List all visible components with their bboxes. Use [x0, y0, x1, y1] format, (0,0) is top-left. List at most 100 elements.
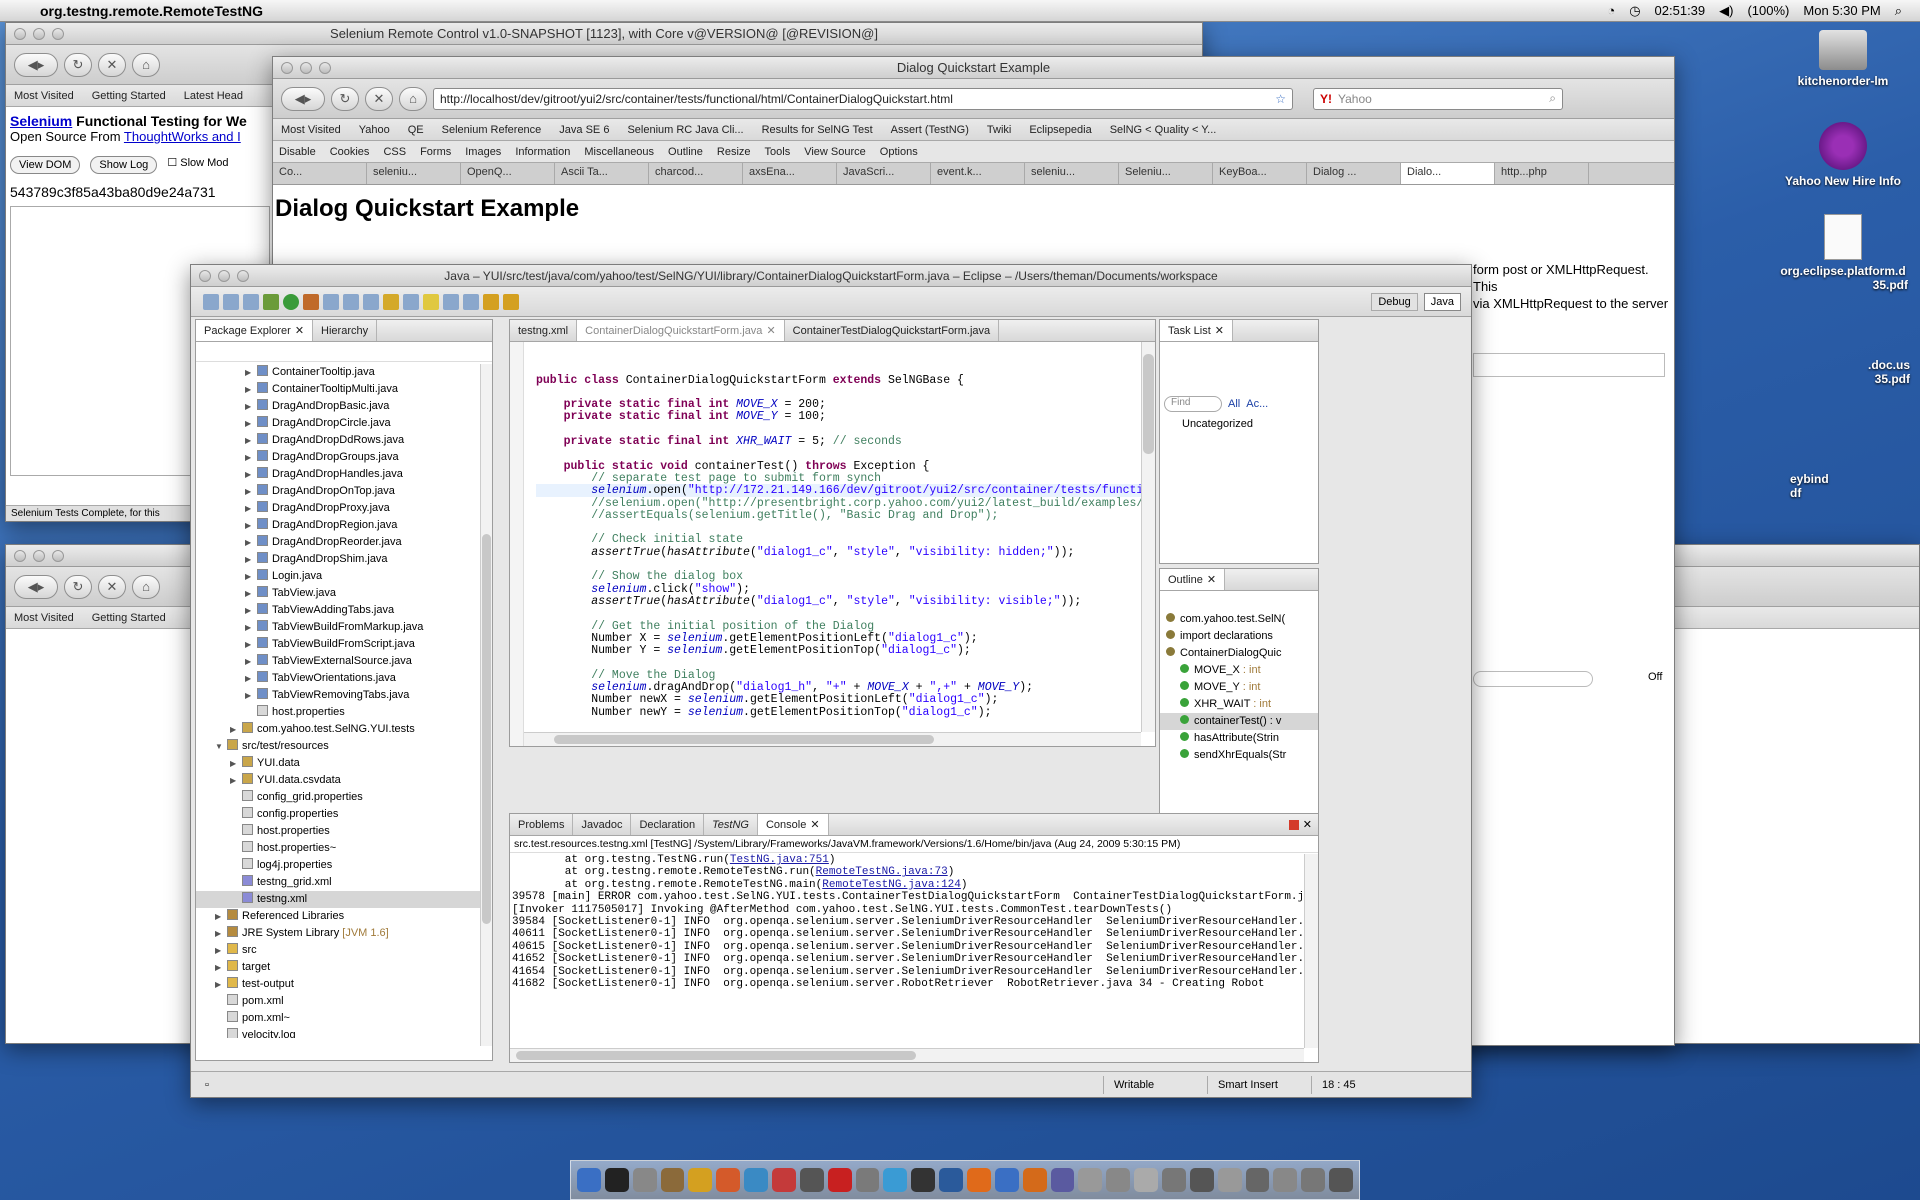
zoom-button[interactable] — [52, 28, 64, 40]
collapsed-arrow-icon[interactable]: ▶ — [215, 959, 227, 976]
dock-app-icon[interactable] — [883, 1168, 908, 1192]
show-log-button[interactable]: Show Log — [90, 156, 158, 174]
tree-item[interactable]: ▶ DragAndDropBasic.java — [196, 398, 492, 415]
dock-app-icon[interactable] — [1050, 1168, 1075, 1192]
close-button[interactable] — [281, 62, 293, 74]
minimize-button[interactable] — [218, 270, 230, 282]
dock-app-icon[interactable] — [1078, 1168, 1103, 1192]
vertical-scrollbar[interactable] — [480, 364, 492, 1046]
tree-item[interactable]: ▶ DragAndDropShim.java — [196, 551, 492, 568]
tree-item[interactable]: ▶ src — [196, 942, 492, 959]
tree-item[interactable]: velocity.log — [196, 1027, 492, 1038]
collapsed-arrow-icon[interactable]: ▶ — [245, 449, 257, 466]
dock-app-icon[interactable] — [855, 1168, 880, 1192]
wd-css[interactable]: CSS — [383, 146, 406, 158]
tree-item[interactable]: ▶ TabViewExternalSource.java — [196, 653, 492, 670]
tab-hierarchy[interactable]: Hierarchy — [313, 320, 378, 341]
bookmark-item[interactable]: Selenium Reference — [442, 124, 542, 136]
toggle-mark-icon[interactable] — [423, 293, 439, 310]
dock-app-icon[interactable] — [939, 1168, 964, 1192]
outline-item[interactable]: hasAttribute(Strin — [1160, 730, 1318, 747]
tree-item[interactable]: ▼ src/test/resources — [196, 738, 492, 755]
tab-containertestdialogquickstartform[interactable]: ContainerTestDialogQuickstartForm.java — [785, 320, 1000, 341]
browser-tab[interactable]: http...php — [1495, 163, 1589, 184]
minimize-button[interactable] — [33, 28, 45, 40]
close-button[interactable] — [14, 28, 26, 40]
code-text[interactable]: public class ContainerDialogQuickstartFo… — [524, 350, 1141, 732]
browser-tab[interactable]: Co... — [273, 163, 367, 184]
wd-information[interactable]: Information — [515, 146, 570, 158]
wd-misc[interactable]: Miscellaneous — [584, 146, 654, 158]
tree-item[interactable]: ▶ TabViewAddingTabs.java — [196, 602, 492, 619]
scroll-thumb[interactable] — [482, 534, 491, 924]
outline-item[interactable]: com.yahoo.test.SelN( — [1160, 611, 1318, 628]
close-icon[interactable]: ✕ — [810, 818, 819, 831]
collapsed-arrow-icon[interactable]: ▶ — [245, 415, 257, 432]
collapsed-arrow-icon[interactable]: ▶ — [245, 364, 257, 381]
collapsed-arrow-icon[interactable]: ▶ — [245, 432, 257, 449]
close-button[interactable] — [14, 550, 26, 562]
stacktrace-link[interactable]: RemoteTestNG.java:124 — [822, 879, 961, 891]
bookmark-item[interactable]: Getting Started — [92, 612, 166, 624]
back-button[interactable]: ◀▸ — [14, 52, 58, 77]
wd-outline[interactable]: Outline — [668, 146, 703, 158]
bookmark-item[interactable]: Java SE 6 — [559, 124, 609, 136]
bookmark-item[interactable]: SelNG < Quality < Y... — [1110, 124, 1217, 136]
editor-horizontal-scrollbar[interactable] — [524, 732, 1141, 746]
browser-tab[interactable]: seleniu... — [367, 163, 461, 184]
view-dom-button[interactable]: View DOM — [10, 156, 81, 174]
close-icon[interactable]: ✕ — [295, 324, 304, 337]
tab-outline[interactable]: Outline ✕ — [1160, 569, 1226, 590]
home-button[interactable]: ⌂ — [399, 86, 427, 111]
battery-text[interactable]: (100%) — [1747, 3, 1789, 18]
filter-all-link[interactable]: All — [1228, 398, 1240, 410]
collapsed-arrow-icon[interactable]: ▶ — [245, 585, 257, 602]
back-arrow-icon[interactable] — [483, 293, 499, 310]
browser-tab[interactable]: axsEna... — [743, 163, 837, 184]
new-java-project-icon[interactable] — [323, 293, 339, 310]
desktop-icon-drive[interactable]: kitchenorder-lm — [1778, 30, 1908, 88]
clock-icon[interactable]: ◷ — [1629, 3, 1640, 19]
tree-item[interactable]: testng.xml — [196, 891, 492, 908]
browser-tab[interactable]: charcod... — [649, 163, 743, 184]
new-class-icon[interactable] — [363, 293, 379, 310]
tree-item[interactable]: config_grid.properties — [196, 789, 492, 806]
tree-item[interactable]: ▶ DragAndDropCircle.java — [196, 415, 492, 432]
outline-item[interactable]: MOVE_Y : int — [1160, 679, 1318, 696]
wifi-icon[interactable]: ◔ — [1607, 3, 1615, 18]
new-package-icon[interactable] — [343, 293, 359, 310]
outline-item[interactable]: sendXhrEquals(Str — [1160, 747, 1318, 764]
tree-item[interactable]: testng_grid.xml — [196, 874, 492, 891]
bookmark-item[interactable]: Getting Started — [92, 90, 166, 102]
bookmark-item[interactable]: Yahoo — [359, 124, 390, 136]
dock-app-icon[interactable] — [604, 1168, 629, 1192]
find-field[interactable] — [1473, 671, 1593, 687]
back-button[interactable]: ◀▸ — [14, 574, 58, 599]
wd-cookies[interactable]: Cookies — [330, 146, 370, 158]
dock-app-icon[interactable] — [716, 1168, 741, 1192]
stop-button[interactable]: ✕ — [98, 574, 126, 599]
collapsed-arrow-icon[interactable]: ▶ — [230, 772, 242, 789]
scroll-thumb[interactable] — [1143, 354, 1154, 454]
desktop-icon-doc[interactable]: .doc.us 35.pdf — [1790, 358, 1910, 386]
collapsed-arrow-icon[interactable]: ▶ — [245, 653, 257, 670]
tree-item[interactable]: ▶ JRE System Library [JVM 1.6] — [196, 925, 492, 942]
collapsed-arrow-icon[interactable]: ▶ — [245, 687, 257, 704]
bookmark-item[interactable]: Results for SelNG Test — [762, 124, 873, 136]
dock-app-icon[interactable] — [1217, 1168, 1242, 1192]
zoom-button[interactable] — [319, 62, 331, 74]
bookmark-item[interactable]: Eclipsepedia — [1029, 124, 1091, 136]
collapsed-arrow-icon[interactable]: ▶ — [215, 976, 227, 993]
bookmark-item[interactable]: Selenium RC Java Cli... — [627, 124, 743, 136]
open-type-icon[interactable] — [383, 293, 399, 310]
browser-tab[interactable]: Seleniu... — [1119, 163, 1213, 184]
collapsed-arrow-icon[interactable]: ▶ — [215, 925, 227, 942]
tree-item[interactable]: ▶ ContainerTooltipMulti.java — [196, 381, 492, 398]
tree-item[interactable]: pom.xml — [196, 993, 492, 1010]
wd-view-source[interactable]: View Source — [804, 146, 866, 158]
tree-item[interactable]: ▶ TabViewRemovingTabs.java — [196, 687, 492, 704]
tree-item[interactable]: ▶ DragAndDropOnTop.java — [196, 483, 492, 500]
tree-item[interactable]: ▶ test-output — [196, 976, 492, 993]
selenium-link[interactable]: Selenium — [10, 113, 72, 129]
tree-item[interactable]: ▶ DragAndDropReorder.java — [196, 534, 492, 551]
